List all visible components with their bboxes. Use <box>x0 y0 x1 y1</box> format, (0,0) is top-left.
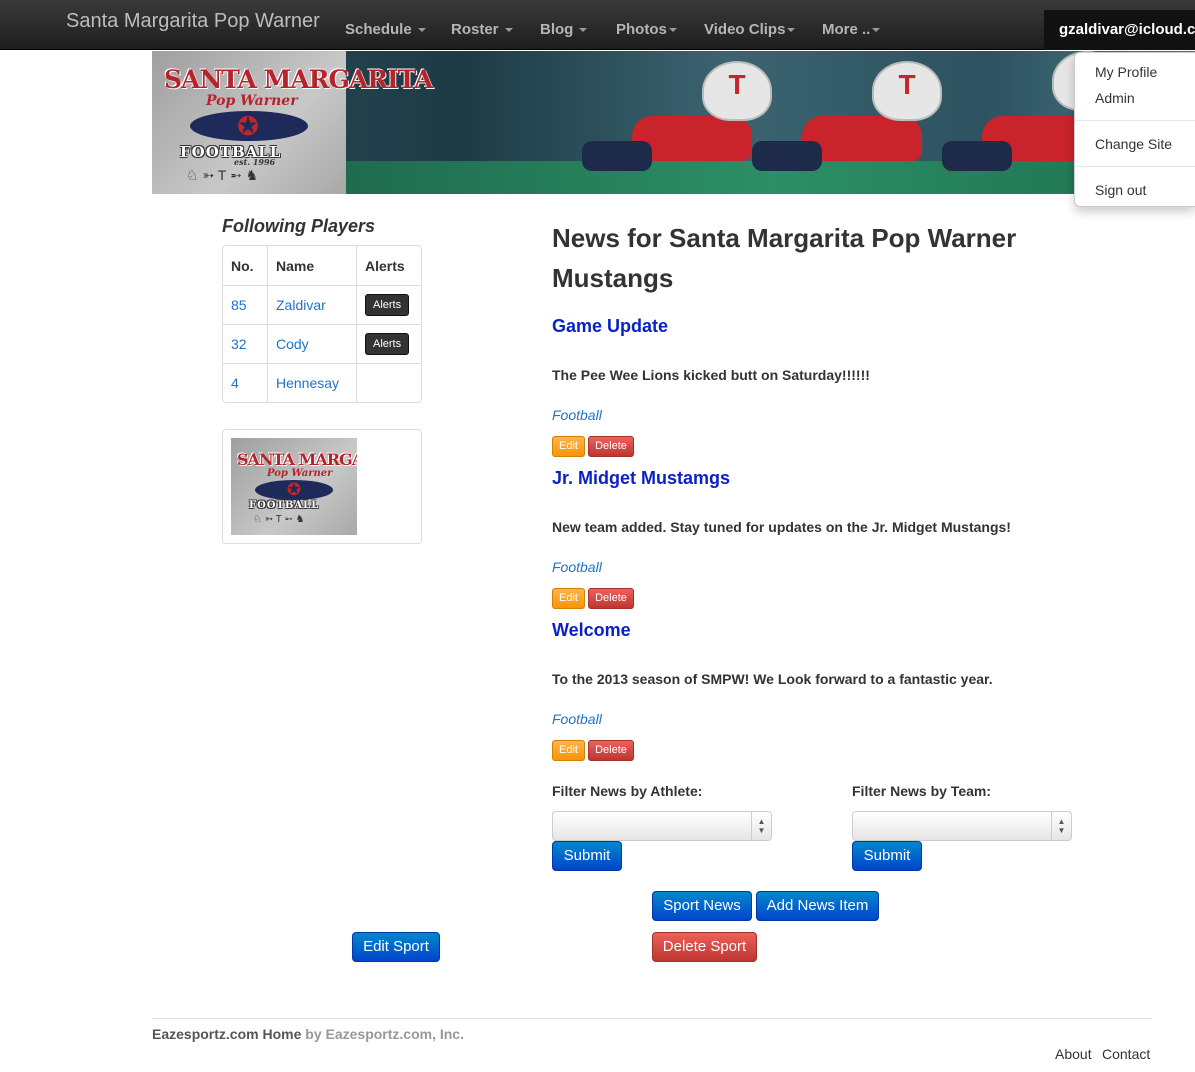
news-body-text: New team added. Stay tuned for updates o… <box>552 519 1011 535</box>
logo-est-text: est. 1996 <box>234 157 276 167</box>
column-header-alerts: Alerts <box>356 246 421 285</box>
sport-news-button[interactable]: Sport News <box>652 891 752 921</box>
logo-title-text: SANTA MARGARITA <box>164 65 433 94</box>
news-sport-tag[interactable]: Football <box>552 559 602 575</box>
column-header-no: No. <box>231 257 254 274</box>
nav-photos-label: Photos <box>616 21 667 38</box>
column-header-name: Name <box>267 246 356 285</box>
mascot-icons: ♘ ➳ T ➵ ♞ <box>186 167 259 183</box>
player-number-link[interactable]: 4 <box>223 363 267 402</box>
chevron-down-icon <box>668 28 677 33</box>
player-name-link[interactable]: Hennesay <box>267 363 356 402</box>
following-players-title: Following Players <box>222 216 376 236</box>
header-banner: SANTA MARGARITA Pop Warner ✪ FOOTBALL es… <box>152 51 1195 194</box>
table-header-row: No. Name Alerts <box>223 246 421 285</box>
site-logo: SANTA MARGARITA Pop Warner ✪ FOOTBALL es… <box>152 51 433 194</box>
table-row: 32 Cody Alerts <box>223 324 421 363</box>
delete-news-button[interactable]: Delete <box>588 588 634 609</box>
footer-about-link[interactable]: About <box>1055 1046 1092 1062</box>
news-sport-tag[interactable]: Football <box>552 407 602 423</box>
nav-photos[interactable]: Photos <box>616 21 677 38</box>
footer-company-text: by Eazesportz.com, Inc. <box>305 1026 464 1042</box>
table-row: 4 Hennesay <box>223 363 421 402</box>
news-headline-link[interactable]: Game Update <box>552 316 668 337</box>
chevron-down-icon <box>579 28 588 33</box>
edit-sport-button[interactable]: Edit Sport <box>352 932 440 962</box>
footer-divider <box>152 1018 1152 1019</box>
player-name-link[interactable]: Cody <box>267 324 356 363</box>
menu-divider <box>1076 166 1195 167</box>
mascot-icons: ♘ ➳ T ➵ ♞ <box>253 514 305 525</box>
star-icon: ✪ <box>237 111 259 141</box>
filter-team-label: Filter News by Team: <box>852 783 992 799</box>
edit-news-button[interactable]: Edit <box>552 740 585 761</box>
player-number-link[interactable]: 85 <box>223 285 267 324</box>
chevron-down-icon <box>504 28 513 33</box>
nav-video-clips[interactable]: Video Clips <box>704 21 796 38</box>
chevron-down-icon <box>787 28 796 33</box>
menu-item-admin[interactable]: Admin <box>1095 90 1135 106</box>
alerts-cell: Alerts <box>356 285 421 324</box>
logo-sub-text: Pop Warner <box>206 93 298 109</box>
delete-sport-button[interactable]: Delete Sport <box>652 932 757 962</box>
news-sport-tag[interactable]: Football <box>552 711 602 727</box>
sport-logo-thumbnail-box: SANTA MARGARITA Pop Warner ✪ FOOTBALL ♘ … <box>222 429 422 544</box>
team-filter-submit-button[interactable]: Submit <box>852 841 922 871</box>
filter-athlete-label: Filter News by Athlete: <box>552 783 703 799</box>
news-headline-link[interactable]: Welcome <box>552 620 631 641</box>
star-icon: ✪ <box>286 480 302 499</box>
alerts-cell: Alerts <box>356 324 421 363</box>
player-number-link[interactable]: 32 <box>223 324 267 363</box>
news-headline-link[interactable]: Jr. Midget Mustamgs <box>552 468 730 489</box>
select-arrows-icon: ▲ ▼ <box>1051 812 1071 840</box>
alerts-cell <box>356 363 421 402</box>
nav-roster-label: Roster <box>451 21 499 38</box>
nav-schedule-label: Schedule <box>345 21 412 38</box>
footer-contact-link[interactable]: Contact <box>1102 1046 1150 1062</box>
nav-blog[interactable]: Blog <box>540 21 588 38</box>
logo-football-text: FOOTBALL <box>249 500 320 511</box>
menu-item-change-site[interactable]: Change Site <box>1095 136 1172 152</box>
delete-news-button[interactable]: Delete <box>588 436 634 457</box>
banner-player: T <box>752 61 962 171</box>
nav-video-clips-label: Video Clips <box>704 21 786 38</box>
news-body-text: The Pee Wee Lions kicked butt on Saturda… <box>552 367 870 383</box>
delete-news-button[interactable]: Delete <box>588 740 634 761</box>
news-body-text: To the 2013 season of SMPW! We Look forw… <box>552 671 993 687</box>
add-news-item-button[interactable]: Add News Item <box>756 891 879 921</box>
chevron-down-icon <box>417 28 426 33</box>
menu-item-my-profile[interactable]: My Profile <box>1095 64 1157 80</box>
brand-title[interactable]: Santa Margarita Pop Warner <box>66 10 320 33</box>
user-dropdown-menu: My Profile Admin Change Site Sign out <box>1074 52 1195 207</box>
alerts-button[interactable]: Alerts <box>365 333 410 355</box>
menu-divider <box>1076 120 1195 121</box>
player-name-link[interactable]: Zaldivar <box>267 285 356 324</box>
nav-more-label: More .. <box>822 21 871 38</box>
nav-blog-label: Blog <box>540 21 574 38</box>
select-arrows-icon: ▲ ▼ <box>751 812 771 840</box>
footer-home-link[interactable]: Eazesportz.com Home <box>152 1026 301 1042</box>
nav-more[interactable]: More .. <box>822 21 881 38</box>
footer-credits: Eazesportz.com Home by Eazesportz.com, I… <box>152 1026 464 1042</box>
user-menu-toggle[interactable]: gzaldivar@icloud.com <box>1044 10 1195 50</box>
athlete-filter-select[interactable]: ▲ ▼ <box>552 811 772 841</box>
team-filter-select[interactable]: ▲ ▼ <box>852 811 1072 841</box>
alerts-button[interactable]: Alerts <box>365 294 410 316</box>
logo-title-text: SANTA MARGARITA <box>237 450 357 469</box>
athlete-filter-submit-button[interactable]: Submit <box>552 841 622 871</box>
menu-item-sign-out[interactable]: Sign out <box>1095 182 1146 198</box>
edit-news-button[interactable]: Edit <box>552 588 585 609</box>
nav-schedule[interactable]: Schedule <box>345 21 426 38</box>
following-players-table: No. Name Alerts 85 Zaldivar Alerts 32 Co… <box>222 245 422 403</box>
edit-news-button[interactable]: Edit <box>552 436 585 457</box>
chevron-down-icon <box>872 28 881 33</box>
nav-roster[interactable]: Roster <box>451 21 513 38</box>
table-row: 85 Zaldivar Alerts <box>223 285 421 324</box>
top-navbar: Santa Margarita Pop Warner Schedule Rost… <box>0 0 1195 50</box>
page-title: News for Santa Margarita Pop Warner Must… <box>552 223 1017 293</box>
sport-logo-thumbnail[interactable]: SANTA MARGARITA Pop Warner ✪ FOOTBALL ♘ … <box>231 438 357 535</box>
